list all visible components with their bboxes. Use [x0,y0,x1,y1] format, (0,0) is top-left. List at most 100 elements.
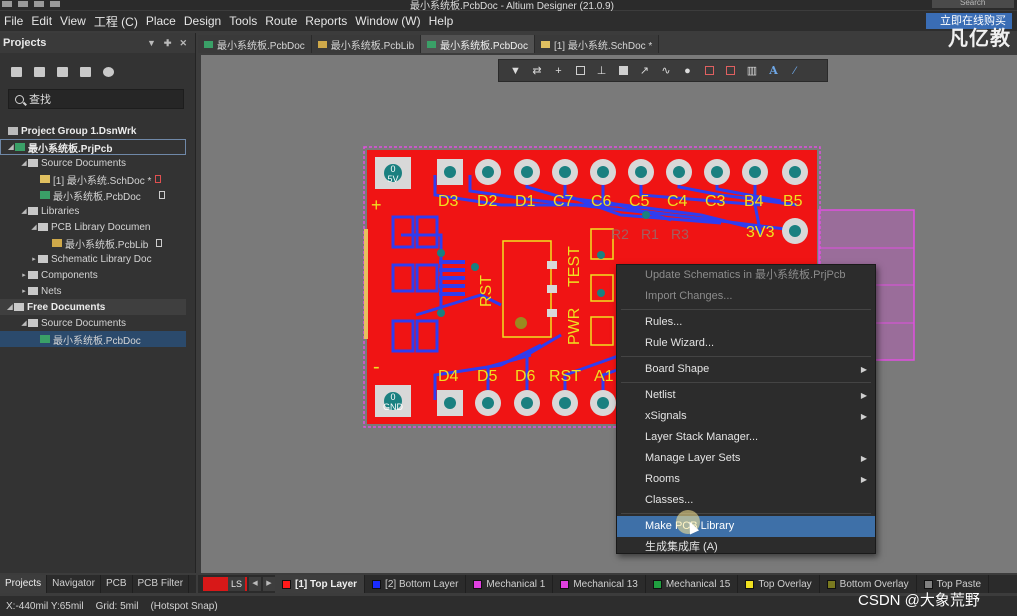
panel-tab-navigator[interactable]: Navigator [47,575,101,593]
tree-node-pcblib[interactable]: 最小系统板.PcbLib [0,235,196,251]
tree-node-nets[interactable]: ▸ Nets [0,283,196,299]
folder-icon [28,159,38,167]
layer-tab-top-layer[interactable]: [1] Top Layer [275,575,366,593]
pcb-editor-canvas[interactable]: ▼ ⇄ + ⊥ ↗ ∿ ● ▥ A ⁄ D3 D2 D1 C7 C6 C5 C4… [201,55,1017,573]
menu-item-board-shape[interactable]: Board Shape ▶ [617,359,875,380]
expand-arrow-icon[interactable]: ▸ [20,287,28,295]
global-search-input[interactable]: Search [932,0,1014,8]
menu-window[interactable]: Window (W) [351,14,424,28]
menu-design[interactable]: Design [180,14,225,28]
layer-scroll-right-icon[interactable]: ▶ [263,577,275,591]
save-all-icon[interactable] [11,67,22,77]
collapse-arrow-icon[interactable]: ◢ [7,143,15,151]
pcb-board-view[interactable]: D3 D2 D1 C7 C6 C5 C4 C3 B4 B5 3V3 D4 D5 … [201,55,1017,573]
gear-icon[interactable] [103,67,114,77]
tree-node-pcb-library-documents[interactable]: ◢ PCB Library Documen [0,219,196,235]
tree-node-schematic-library-documents[interactable]: ▸ Schematic Library Doc [0,251,196,267]
open-icon[interactable] [34,1,44,7]
tree-node-free-pcbdoc[interactable]: 最小系统板.PcbDoc [0,331,186,347]
layer-tab-mechanical-15[interactable]: Mechanical 15 [646,575,739,593]
print-icon[interactable] [50,1,60,7]
menu-project[interactable]: 工程 (C) [90,13,142,30]
tab-schdoc[interactable]: [1] 最小系统.SchDoc * [534,35,660,53]
menu-item-manage-layer-sets[interactable]: Manage Layer Sets ▶ [617,448,875,469]
menu-bar: File Edit View 工程 (C) Place Design Tools… [0,11,1017,31]
tree-node-free-source-documents[interactable]: ◢ Source Documents [0,315,196,331]
menu-route[interactable]: Route [261,14,301,28]
menu-item-classes[interactable]: Classes... [617,490,875,511]
menu-edit[interactable]: Edit [27,14,56,28]
collapse-arrow-icon[interactable]: ◢ [20,319,28,327]
expand-arrow-icon[interactable]: ▸ [20,271,28,279]
menu-tools[interactable]: Tools [225,14,261,28]
tree-node-source-documents[interactable]: ◢ Source Documents [0,155,196,171]
project-options-icon[interactable] [34,67,45,77]
folder-icon [38,223,48,231]
layer-set-button[interactable]: LS [203,577,247,591]
menu-help[interactable]: Help [425,14,458,28]
menu-file[interactable]: File [0,14,27,28]
board-edge-connector [364,229,368,339]
menu-item-layer-stack-manager[interactable]: Layer Stack Manager... [617,427,875,448]
label-D6: D6 [515,368,536,385]
project-search-input[interactable]: 查找 [8,89,184,109]
collapse-arrow-icon[interactable]: ◢ [6,303,14,311]
menu-place[interactable]: Place [142,14,180,28]
folder-icon [14,303,24,311]
project-tree: Project Group 1.DsnWrk ◢ 最小系统板.PrjPcb ◢ … [0,123,196,347]
panel-tab-pcb-filter[interactable]: PCB Filter [133,575,190,593]
menu-item-netlist[interactable]: Netlist ▶ [617,385,875,406]
save-icon[interactable] [18,1,28,7]
label-A1: A1 [594,368,614,385]
menu-item-import-changes[interactable]: Import Changes... [617,286,875,307]
layer-tab-mechanical-13[interactable]: Mechanical 13 [553,575,646,593]
collapse-arrow-icon[interactable]: ◢ [20,207,28,215]
expand-arrow-icon[interactable]: ▸ [30,255,38,263]
menu-item-make-pcb-library[interactable]: Make PCB Library [617,516,875,537]
menu-item-rule-wizard[interactable]: Rule Wizard... [617,333,875,354]
menu-item-make-integrated-library[interactable]: 生成集成库 (A) [617,537,875,558]
panel-menu-icon[interactable]: ▼ [147,38,156,49]
folder-icon [28,319,38,327]
collapse-arrow-icon[interactable]: ◢ [30,223,38,231]
layer-tab-bottom-layer[interactable]: [2] Bottom Layer [365,575,467,593]
label-C3: C3 [705,193,726,210]
tree-node-project[interactable]: ◢ 最小系统板.PrjPcb [0,139,186,155]
open-folder-icon[interactable] [57,67,68,77]
menu-item-xsignals[interactable]: xSignals ▶ [617,406,875,427]
folder-settings-icon[interactable] [80,67,91,77]
label-TEST: TEST [566,246,583,287]
panel-tab-projects[interactable]: Projects [0,575,48,593]
tree-node-libraries[interactable]: ◢ Libraries [0,203,196,219]
document-tabs: 最小系统板.PcbDoc 最小系统板.PcbLib 最小系统板.PcbDoc [… [198,35,660,53]
menu-item-update-schematics[interactable]: Update Schematics in 最小系统板.PrjPcb [617,265,875,286]
submenu-arrow-icon: ▶ [860,365,867,374]
pcbdoc-icon [427,40,437,48]
tree-node-project-group[interactable]: Project Group 1.DsnWrk [0,123,196,139]
tree-node-schdoc[interactable]: [1] 最小系统.SchDoc * [0,171,196,187]
tree-node-pcbdoc[interactable]: 最小系统板.PcbDoc [0,187,196,203]
menu-item-rules[interactable]: Rules... [617,312,875,333]
quick-access-toolbar [2,0,60,10]
menu-view[interactable]: View [56,14,90,28]
pin-icon[interactable]: ✚ [164,38,172,49]
panel-tab-pcb[interactable]: PCB [101,575,133,593]
panel-tabs: Projects Navigator PCB PCB Filter [0,575,196,593]
layer-scroll-left-icon[interactable]: ◀ [249,577,261,591]
tab-pcbdoc-1[interactable]: 最小系统板.PcbDoc [198,35,312,53]
tab-pcblib[interactable]: 最小系统板.PcbLib [311,35,422,53]
tree-node-components[interactable]: ▸ Components [0,267,196,283]
tab-pcbdoc-active[interactable]: 最小系统板.PcbDoc [421,35,535,53]
search-icon [15,94,24,104]
close-icon[interactable]: ✕ [179,38,187,49]
layer-tab-mechanical-1[interactable]: Mechanical 1 [466,575,554,593]
layer-tab-top-overlay[interactable]: Top Overlay [738,575,820,593]
menu-reports[interactable]: Reports [301,14,351,28]
folder-icon [28,271,38,279]
projects-toolbar [0,61,195,83]
tree-node-free-documents[interactable]: ◢ Free Documents [0,299,186,315]
menu-item-rooms[interactable]: Rooms ▶ [617,469,875,490]
projects-panel: Projects ▼ ✚ ✕ 查找 Project Group 1.DsnWrk [0,33,196,573]
collapse-arrow-icon[interactable]: ◢ [20,159,28,167]
menu-separator [621,309,871,310]
